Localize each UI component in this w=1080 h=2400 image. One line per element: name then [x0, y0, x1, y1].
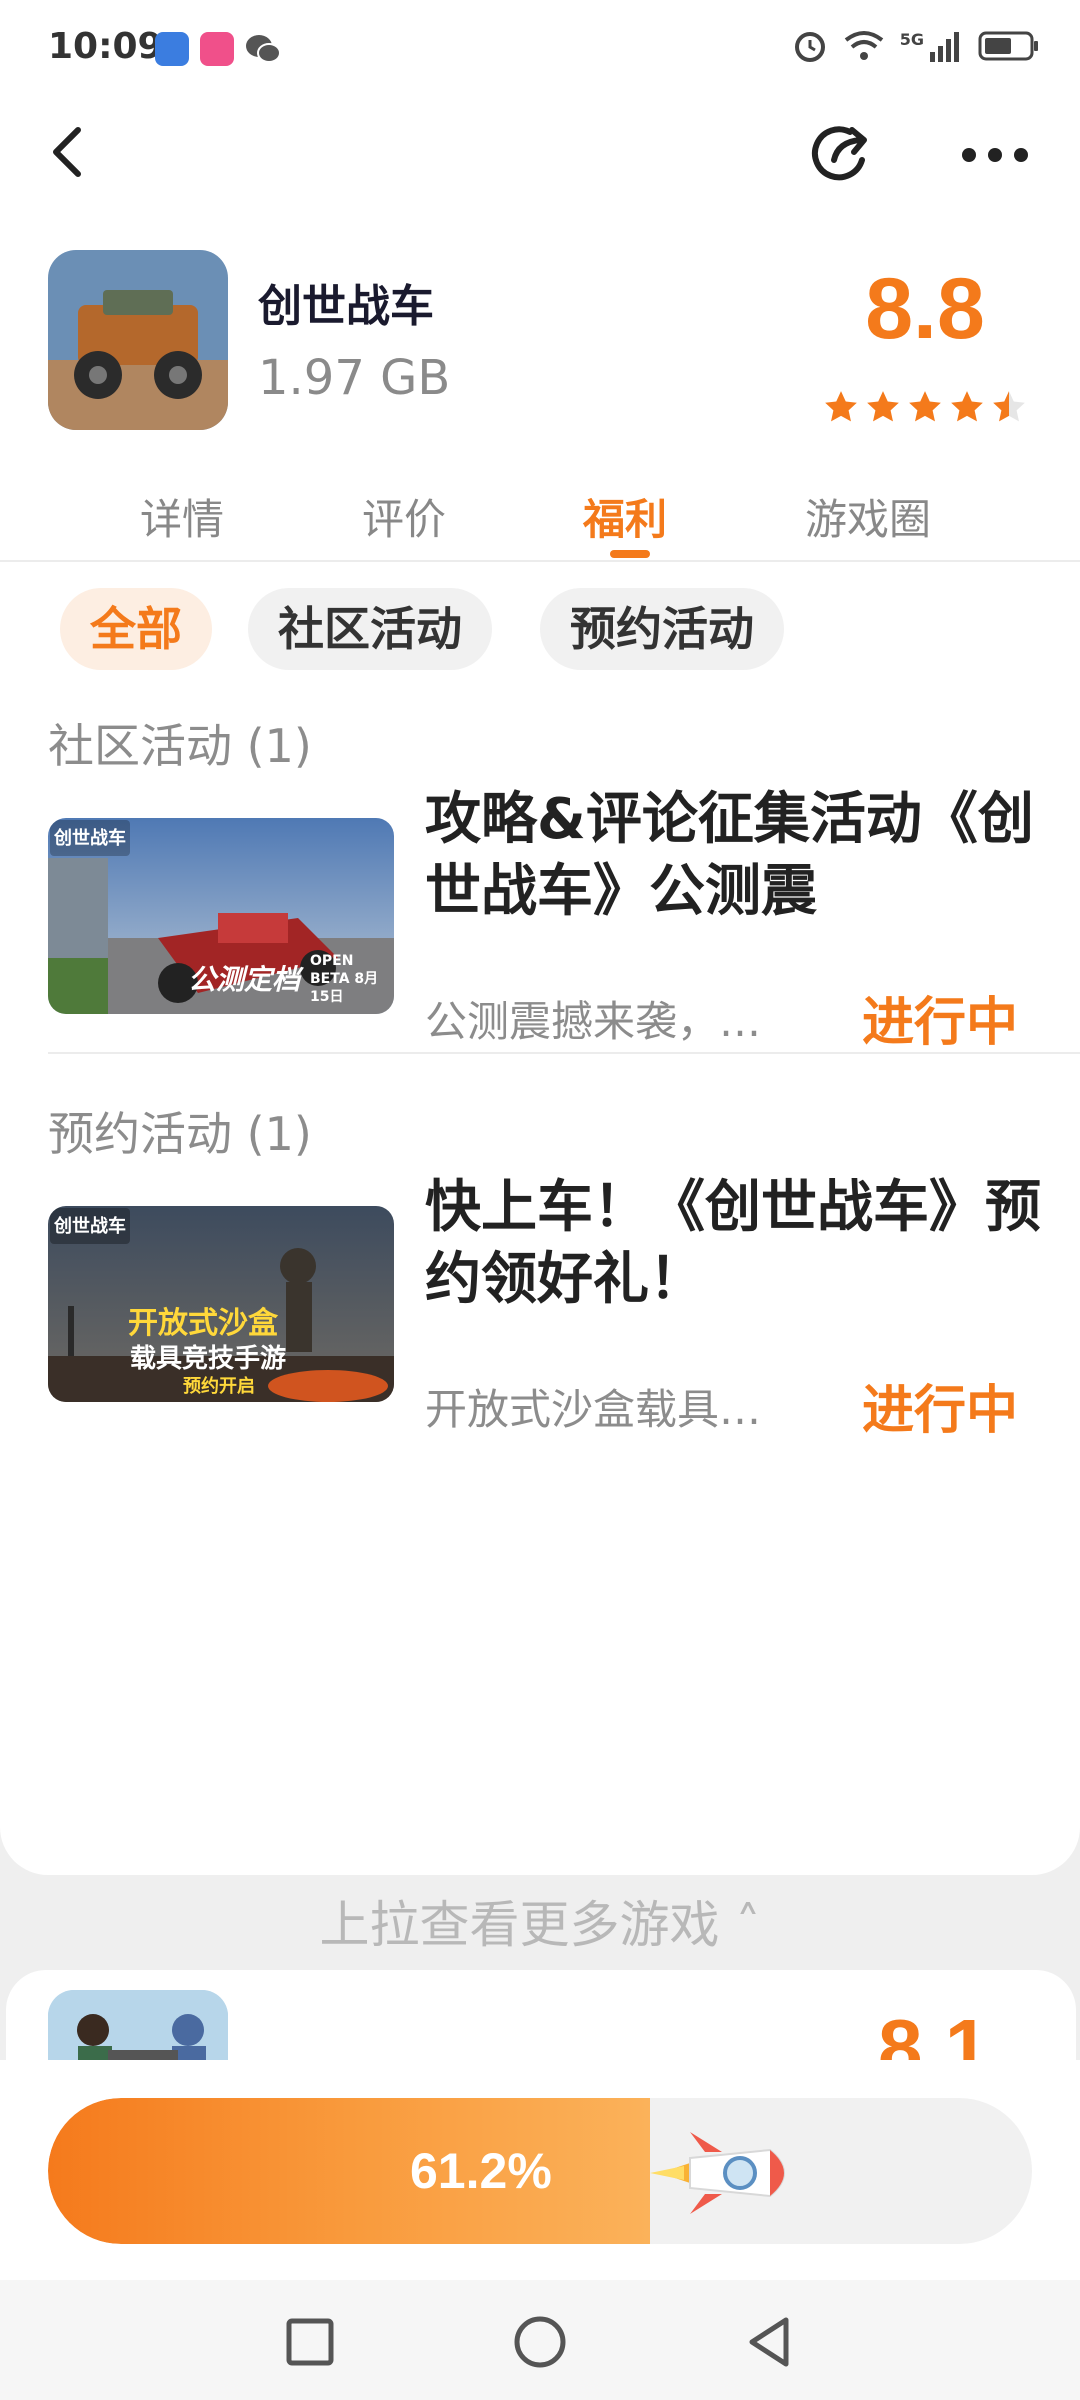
thumbnail-headline: 开放式沙盒	[128, 1306, 278, 1341]
game-name: 创世战车	[258, 281, 434, 332]
thumbnail-cta: 预约开启	[183, 1376, 255, 1397]
tab-details[interactable]: 详情	[140, 486, 224, 547]
thumbnail-logo: 创世战车	[54, 828, 126, 849]
rocket-icon	[650, 2132, 785, 2214]
thumbnail-logo: 创世战车	[54, 1216, 126, 1237]
recent-apps-icon[interactable]	[280, 2312, 340, 2372]
section-title-reservation: 预约活动 (1)	[48, 1107, 312, 1161]
status-time: 10:09	[48, 26, 163, 67]
thumbnail-subheadline: 载具竞技手游	[130, 1344, 287, 1374]
download-progress-text: 61.2%	[410, 2143, 552, 2199]
top-app-bar	[0, 100, 1080, 210]
back-nav-icon[interactable]	[740, 2312, 800, 2372]
share-icon[interactable]	[810, 120, 880, 190]
chevron-left-icon[interactable]	[40, 122, 100, 182]
section-title-community: 社区活动 (1)	[48, 719, 312, 773]
thumbnail-headline: 公测定档	[188, 963, 301, 996]
status-bar: 10:09 5G	[0, 0, 1080, 100]
game-detail-card: 创世战车 1.97 GB 8.8 详情 评价 福利 游戏圈 全部 社区活动 预约…	[0, 210, 1080, 1875]
app-pink-icon	[200, 32, 234, 66]
game-size: 1.97 GB	[258, 350, 451, 406]
filter-all[interactable]: 全部	[60, 588, 212, 670]
alarm-icon	[794, 32, 825, 62]
download-bar: 61.2%	[0, 2060, 1080, 2280]
activity-title: 攻略&评论征集活动《创世战车》公测震	[425, 787, 1034, 924]
activity-thumbnail: 创世战车 公测定档 OPEN BETA 8月15日	[48, 818, 394, 1014]
tab-benefits[interactable]: 福利	[583, 486, 667, 547]
filter-community[interactable]: 社区活动	[248, 588, 492, 670]
tab-reviews[interactable]: 评价	[362, 486, 446, 547]
game-icon[interactable]	[48, 250, 228, 430]
half-star-icon	[993, 391, 1025, 422]
system-nav-bar	[0, 2280, 1080, 2400]
home-icon[interactable]	[510, 2312, 570, 2372]
game-score: 8.8	[865, 261, 985, 357]
wechat-icon	[246, 35, 281, 63]
star-icon	[951, 391, 983, 422]
rating-stars	[822, 388, 1028, 426]
filter-reservation[interactable]: 预约活动	[540, 588, 784, 670]
activity-description: 公测震撼来袭，…	[425, 997, 762, 1046]
tab-game-circle[interactable]: 游戏圈	[805, 486, 931, 547]
activity-title: 快上车！《创世战车》预约领好礼！	[425, 1175, 1041, 1312]
star-icon	[825, 391, 857, 422]
star-icon	[909, 391, 941, 422]
pull-up-more-games[interactable]: 上拉查看更多游戏 ˄	[0, 1885, 1080, 1957]
activity-status: 进行中	[862, 993, 1019, 1053]
signal-icon	[930, 32, 959, 62]
more-dots-icon[interactable]	[955, 120, 1035, 190]
wifi-icon	[844, 31, 883, 60]
star-icon	[867, 391, 899, 422]
battery-icon	[978, 31, 1038, 61]
detail-tabs: 详情 评价 福利 游戏圈	[0, 470, 1080, 562]
activity-status: 进行中	[862, 1381, 1019, 1441]
network-label: 5G	[899, 29, 924, 49]
section-divider	[48, 1052, 1080, 1054]
activity-thumbnail: 创世战车 开放式沙盒 载具竞技手游 预约开启	[48, 1206, 394, 1402]
download-progress-fill	[48, 2098, 651, 2244]
thumbnail-badge: OPEN BETA 8月15日	[310, 953, 379, 1005]
tab-active-indicator	[610, 550, 650, 558]
app-blue-icon	[155, 32, 189, 66]
activity-description: 开放式沙盒载具…	[425, 1385, 762, 1434]
